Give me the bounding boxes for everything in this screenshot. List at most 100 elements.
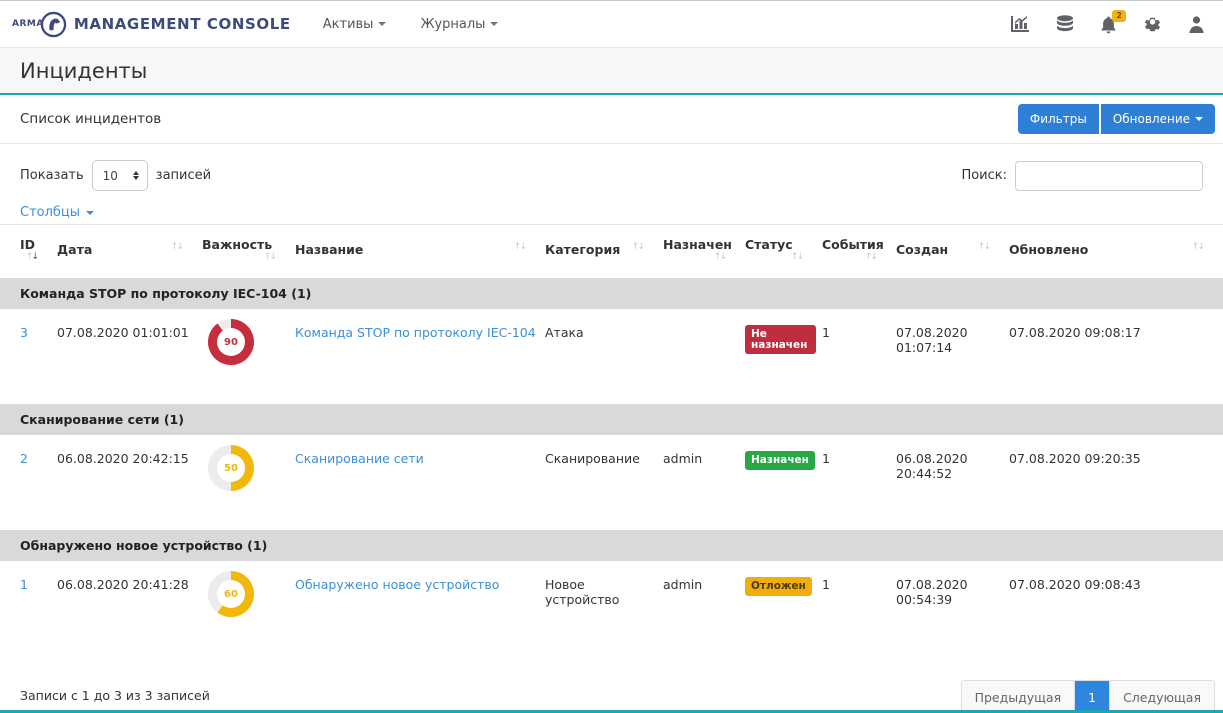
incident-id-link[interactable]: 3 bbox=[20, 325, 28, 340]
importance-donut: 60 bbox=[208, 571, 254, 617]
top-navbar: ARMA MANAGEMENT CONSOLE Активы Журналы bbox=[0, 1, 1223, 48]
search-control: Поиск: bbox=[961, 161, 1203, 191]
incident-created: 06.08.2020 20:44:52 bbox=[896, 435, 1009, 528]
header-created[interactable]: Создан↑↓ bbox=[896, 225, 1009, 277]
incident-category: Новое устройство bbox=[545, 561, 663, 654]
header-events[interactable]: События↑↓ bbox=[822, 225, 896, 277]
arma-logo[interactable]: ARMA MANAGEMENT CONSOLE bbox=[12, 11, 291, 38]
header-date[interactable]: Дата↑↓ bbox=[57, 225, 202, 277]
card-title: Список инцидентов bbox=[20, 111, 161, 127]
show-label: Показать bbox=[20, 168, 84, 183]
menu-logs-label: Журналы bbox=[420, 17, 485, 32]
header-assignee[interactable]: Назначен↑↓ bbox=[663, 225, 745, 277]
search-label: Поиск: bbox=[961, 168, 1007, 183]
incident-row[interactable]: 3 07.08.2020 01:01:01 90 Команда STOP по… bbox=[0, 309, 1223, 402]
table-controls: Показать 10 записей Поиск: Столбцы bbox=[0, 144, 1223, 224]
group-header-row: Обнаружено новое устройство (1) bbox=[0, 528, 1223, 561]
incident-created: 07.08.2020 00:54:39 bbox=[896, 561, 1009, 654]
importance-donut: 50 bbox=[208, 445, 254, 491]
sort-icon[interactable]: ↑↓ bbox=[1192, 242, 1203, 252]
incident-updated: 07.08.2020 09:08:43 bbox=[1009, 561, 1223, 654]
page-title-bar: Инциденты bbox=[0, 48, 1223, 95]
incident-date: 06.08.2020 20:41:28 bbox=[57, 561, 202, 654]
incident-events: 1 bbox=[822, 309, 896, 402]
group-title: Команда STOP по протоколу IEC-104 (1) bbox=[20, 286, 311, 301]
pagination-page-1-button[interactable]: 1 bbox=[1074, 681, 1109, 713]
incidents-table-body: Команда STOP по протоколу IEC-104 (1) 3 … bbox=[0, 276, 1223, 654]
sort-icon[interactable]: ↑↓ bbox=[514, 242, 525, 252]
arma-helmet-icon bbox=[40, 11, 67, 38]
header-updated[interactable]: Обновлено↑↓ bbox=[1009, 225, 1223, 277]
refresh-dropdown-button[interactable]: Обновление bbox=[1101, 104, 1215, 134]
sort-icon[interactable]: ↑↓ bbox=[171, 242, 182, 252]
menu-logs[interactable]: Журналы bbox=[420, 17, 498, 32]
main-menu: Активы Журналы bbox=[323, 17, 499, 32]
importance-value: 90 bbox=[224, 337, 238, 348]
incident-created: 07.08.2020 01:07:14 bbox=[896, 309, 1009, 402]
incident-events: 1 bbox=[822, 435, 896, 528]
incident-assignee bbox=[663, 309, 745, 402]
logo-title: MANAGEMENT CONSOLE bbox=[74, 15, 291, 33]
incident-row[interactable]: 2 06.08.2020 20:42:15 50 Сканирование се… bbox=[0, 435, 1223, 528]
page-size-select[interactable]: 10 bbox=[92, 160, 148, 191]
header-category[interactable]: Категория↑↓ bbox=[545, 225, 663, 277]
sort-icon[interactable]: ↑↓ bbox=[632, 242, 643, 252]
search-input[interactable] bbox=[1015, 161, 1203, 191]
incident-id-link[interactable]: 2 bbox=[20, 451, 28, 466]
importance-value: 50 bbox=[224, 463, 238, 474]
sort-icon[interactable]: ↑↓ bbox=[264, 252, 275, 262]
arma-logo-prefix: ARMA bbox=[12, 19, 44, 29]
records-summary: Записи с 1 до 3 из 3 записей bbox=[20, 680, 210, 703]
sort-icon[interactable]: ↑↓ bbox=[791, 252, 802, 262]
incident-events: 1 bbox=[822, 561, 896, 654]
spinner-arrows-icon bbox=[133, 171, 139, 180]
pagination-next-button[interactable]: Следующая bbox=[1109, 681, 1214, 713]
incident-updated: 07.08.2020 09:08:17 bbox=[1009, 309, 1223, 402]
incident-date: 07.08.2020 01:01:01 bbox=[57, 309, 202, 402]
chevron-down-icon bbox=[86, 211, 94, 215]
refresh-button-label: Обновление bbox=[1113, 112, 1190, 126]
incident-row[interactable]: 1 06.08.2020 20:41:28 60 Обнаружено ново… bbox=[0, 561, 1223, 654]
status-badge: Отложен bbox=[745, 577, 812, 596]
page-title: Инциденты bbox=[20, 59, 147, 83]
incident-id-link[interactable]: 1 bbox=[20, 577, 28, 592]
incidents-table-wrap: ID↑↓ Дата↑↓ Важность↑↓ Название↑↓ Катего… bbox=[0, 224, 1223, 654]
incident-category: Сканирование bbox=[545, 435, 663, 528]
filters-button[interactable]: Фильтры bbox=[1018, 104, 1099, 134]
menu-assets-label: Активы bbox=[323, 17, 374, 32]
incident-assignee: admin bbox=[663, 561, 745, 654]
header-name[interactable]: Название↑↓ bbox=[295, 225, 545, 277]
settings-gear-icon[interactable] bbox=[1143, 15, 1162, 34]
page-size-value: 10 bbox=[103, 169, 118, 183]
sort-icon[interactable]: ↑↓ bbox=[714, 252, 725, 262]
management-console-page: ARMA MANAGEMENT CONSOLE Активы Журналы bbox=[0, 0, 1223, 713]
user-profile-icon[interactable] bbox=[1188, 15, 1205, 34]
columns-button-label: Столбцы bbox=[20, 205, 80, 220]
incidents-card-header: Список инцидентов Фильтры Обновление bbox=[0, 95, 1223, 144]
incident-name-link[interactable]: Команда STOP по протоколу IEC-104 bbox=[295, 325, 536, 340]
group-title: Обнаружено новое устройство (1) bbox=[20, 538, 267, 553]
analytics-icon[interactable] bbox=[1010, 15, 1030, 33]
database-icon[interactable] bbox=[1056, 15, 1074, 34]
menu-assets[interactable]: Активы bbox=[323, 17, 387, 32]
columns-dropdown-button[interactable]: Столбцы bbox=[20, 205, 94, 220]
header-importance[interactable]: Важность↑↓ bbox=[202, 225, 295, 277]
incident-category: Атака bbox=[545, 309, 663, 402]
incident-name-link[interactable]: Сканирование сети bbox=[295, 451, 424, 466]
pagination-previous-button[interactable]: Предыдущая bbox=[962, 681, 1075, 713]
incident-updated: 07.08.2020 09:20:35 bbox=[1009, 435, 1223, 528]
chevron-down-icon bbox=[1195, 117, 1203, 121]
notifications-bell-icon[interactable]: 2 bbox=[1100, 15, 1117, 34]
sort-icon[interactable]: ↑↓ bbox=[978, 242, 989, 252]
importance-donut: 90 bbox=[208, 319, 254, 365]
sort-icon[interactable]: ↑↓ bbox=[26, 252, 37, 262]
incidents-table: ID↑↓ Дата↑↓ Важность↑↓ Название↑↓ Катего… bbox=[0, 224, 1223, 654]
header-status[interactable]: Статус↑↓ bbox=[745, 225, 822, 277]
page-size-control: Показать 10 записей bbox=[20, 160, 211, 191]
notification-badge: 2 bbox=[1112, 10, 1126, 22]
status-badge: Назначен bbox=[745, 451, 815, 470]
sort-icon[interactable]: ↑↓ bbox=[865, 252, 876, 262]
table-header-row: ID↑↓ Дата↑↓ Важность↑↓ Название↑↓ Катего… bbox=[0, 225, 1223, 277]
header-id[interactable]: ID↑↓ bbox=[0, 225, 57, 277]
incident-name-link[interactable]: Обнаружено новое устройство bbox=[295, 577, 499, 592]
